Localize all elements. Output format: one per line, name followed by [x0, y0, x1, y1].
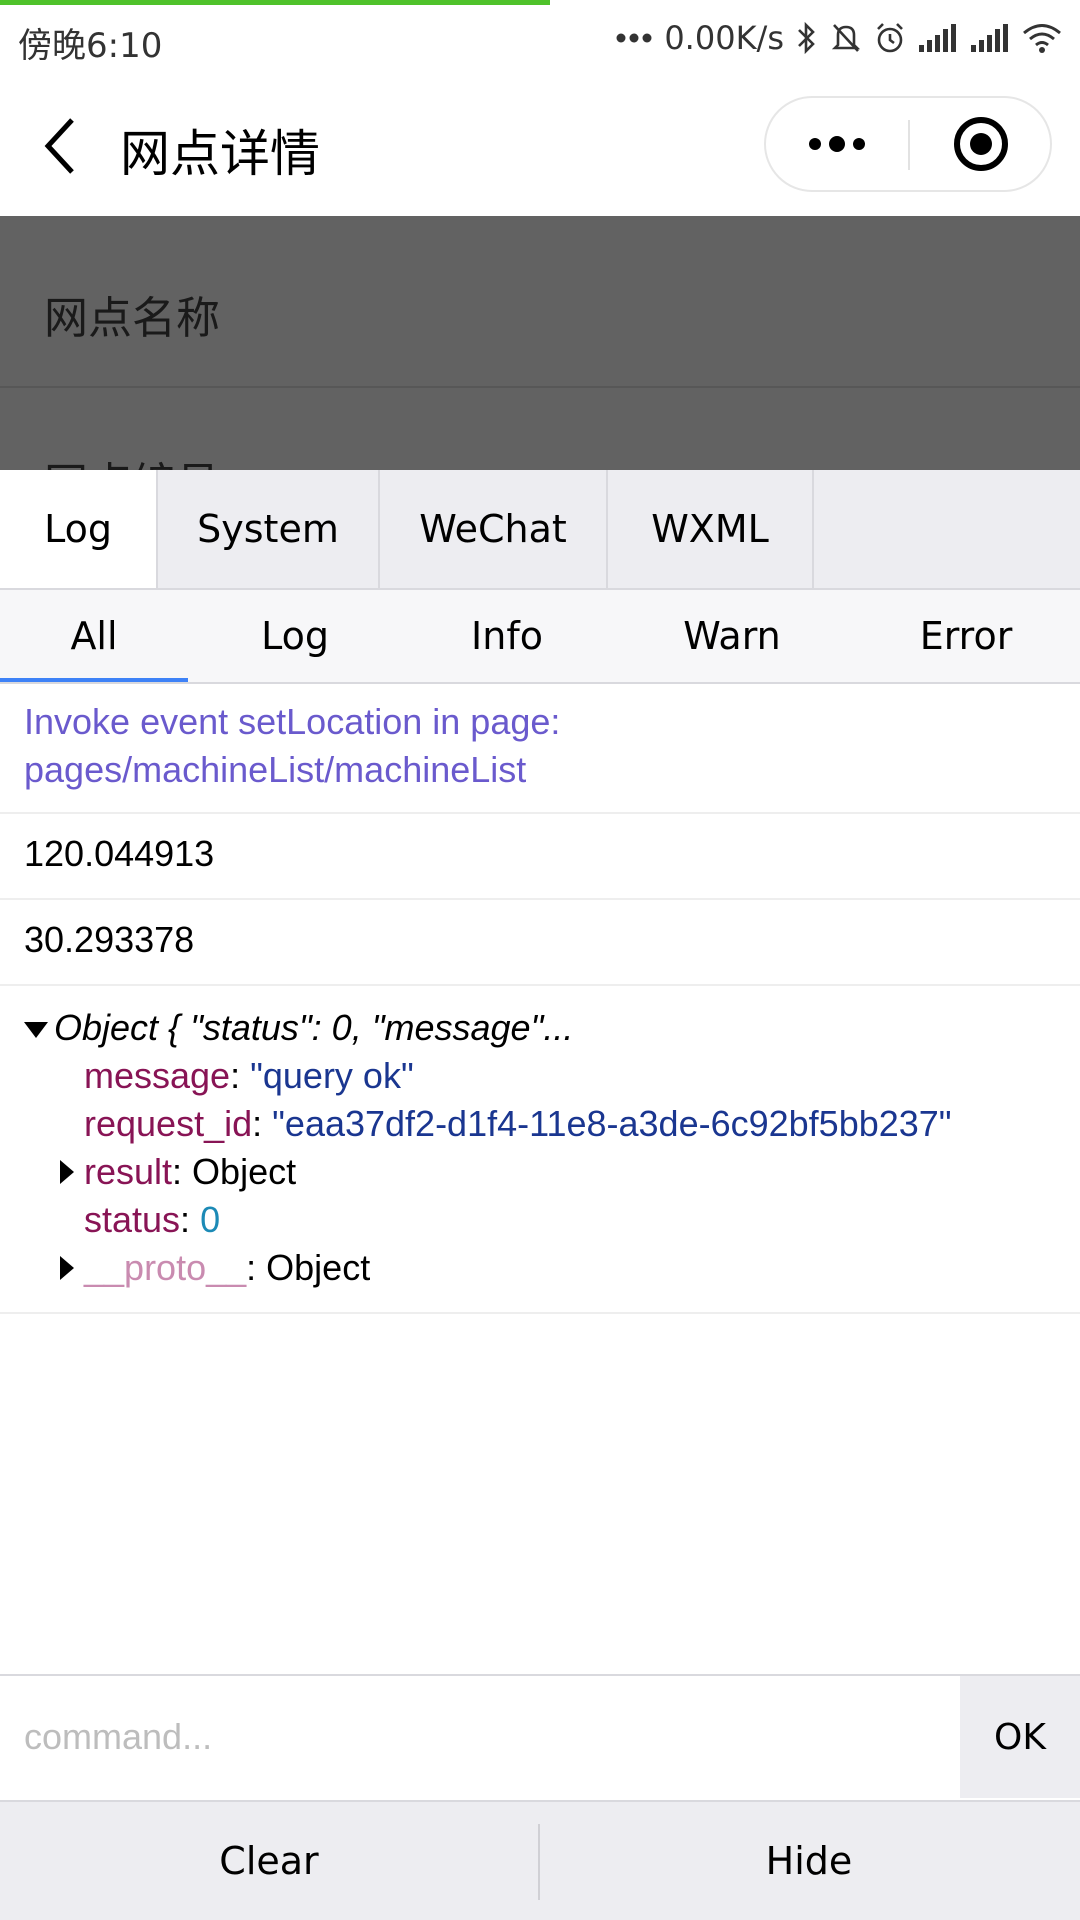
status-icons: 0.00K/s	[616, 16, 1062, 60]
wifi-icon	[1023, 24, 1061, 53]
object-summary-text: Object { "status": 0, "message"...	[54, 1007, 574, 1048]
filter-info[interactable]: Info	[402, 590, 612, 682]
expand-triangle-icon	[24, 1022, 48, 1039]
collapse-triangle-icon	[60, 1160, 74, 1184]
tab-wxml[interactable]: WXML	[608, 470, 814, 588]
mute-bell-icon	[831, 24, 861, 52]
object-prop-result[interactable]: result: Object	[24, 1148, 1056, 1196]
bluetooth-icon	[798, 21, 815, 55]
filter-log[interactable]: Log	[188, 590, 402, 682]
status-time: 傍晚6:10	[18, 26, 163, 66]
log-value-text: 30.293378	[24, 919, 195, 960]
nav-bar: 网点详情	[0, 76, 1080, 216]
console-tabs: Log System WeChat WXML	[0, 470, 1080, 590]
back-arrow-icon[interactable]	[38, 112, 82, 180]
filter-warn[interactable]: Warn	[612, 590, 852, 682]
log-list: Invoke event setLocation in page: pages/…	[0, 684, 1080, 1314]
prop-value: Object	[266, 1247, 371, 1288]
close-miniprogram-button[interactable]	[910, 98, 1052, 190]
log-info-line1: Invoke event setLocation in page:	[24, 701, 561, 742]
prop-key: __proto__	[84, 1247, 247, 1288]
tab-system[interactable]: System	[158, 470, 380, 588]
log-item-latitude: 30.293378	[0, 900, 1080, 986]
tab-log[interactable]: Log	[0, 470, 158, 588]
log-item-longitude: 120.044913	[0, 814, 1080, 900]
prop-key: request_id	[84, 1103, 253, 1144]
object-summary[interactable]: Object { "status": 0, "message"...	[24, 1004, 1056, 1052]
log-value-text: 120.044913	[24, 833, 215, 874]
alarm-icon	[877, 23, 903, 53]
page-background-overlay: 网点名称 网点编号	[0, 216, 1080, 470]
object-prop-message: message: "query ok"	[24, 1052, 1056, 1100]
active-filter-underline	[0, 678, 188, 682]
prop-key: message	[84, 1055, 231, 1096]
vconsole-panel: Log System WeChat WXML All Log Info Warn…	[0, 470, 1080, 1920]
prop-value: "eaa37df2-d1f4-11e8-a3de-6c92bf5bb237"	[272, 1103, 952, 1144]
filter-all[interactable]: All	[0, 590, 188, 682]
console-footer: Clear Hide	[0, 1800, 1080, 1920]
more-button[interactable]	[766, 98, 908, 190]
collapse-triangle-icon	[60, 1256, 74, 1280]
ok-button[interactable]: OK	[960, 1676, 1080, 1798]
object-prop-proto[interactable]: __proto__: Object	[24, 1244, 1056, 1292]
more-dots-icon	[809, 136, 865, 152]
prop-value: Object	[192, 1151, 297, 1192]
capsule-menu	[764, 96, 1052, 192]
clear-button[interactable]: Clear	[0, 1802, 538, 1920]
log-item-info: Invoke event setLocation in page: pages/…	[0, 684, 1080, 814]
log-filter-bar: All Log Info Warn Error	[0, 590, 1080, 684]
object-prop-request-id: request_id: "eaa37df2-d1f4-11e8-a3de-6c9…	[24, 1100, 1056, 1148]
signal-icon-2	[971, 24, 1008, 52]
prop-value: 0	[200, 1199, 221, 1240]
tab-wechat[interactable]: WeChat	[380, 470, 608, 588]
prop-value: "query ok"	[250, 1055, 414, 1096]
page-title: 网点详情	[120, 125, 320, 183]
detail-row-name: 网点名称	[0, 216, 1080, 388]
network-speed: 0.00K/s	[664, 19, 784, 57]
prop-key: result	[84, 1151, 173, 1192]
command-input[interactable]	[0, 1676, 960, 1798]
filter-error[interactable]: Error	[852, 590, 1080, 682]
target-close-icon	[954, 117, 1008, 171]
log-item-object: Object { "status": 0, "message"... messa…	[0, 986, 1080, 1314]
status-bar: 傍晚6:10 0.00K/s	[0, 0, 1080, 76]
log-info-line2: pages/machineList/machineList	[24, 749, 527, 790]
command-bar: OK	[0, 1674, 1080, 1800]
hide-button[interactable]: Hide	[540, 1802, 1078, 1920]
prop-key: status	[84, 1199, 181, 1240]
signal-icon	[919, 24, 956, 52]
more-dots-icon	[616, 33, 652, 43]
detail-label-code: 网点编号	[44, 448, 220, 470]
detail-label-name: 网点名称	[44, 293, 220, 344]
object-prop-status: status: 0	[24, 1196, 1056, 1244]
